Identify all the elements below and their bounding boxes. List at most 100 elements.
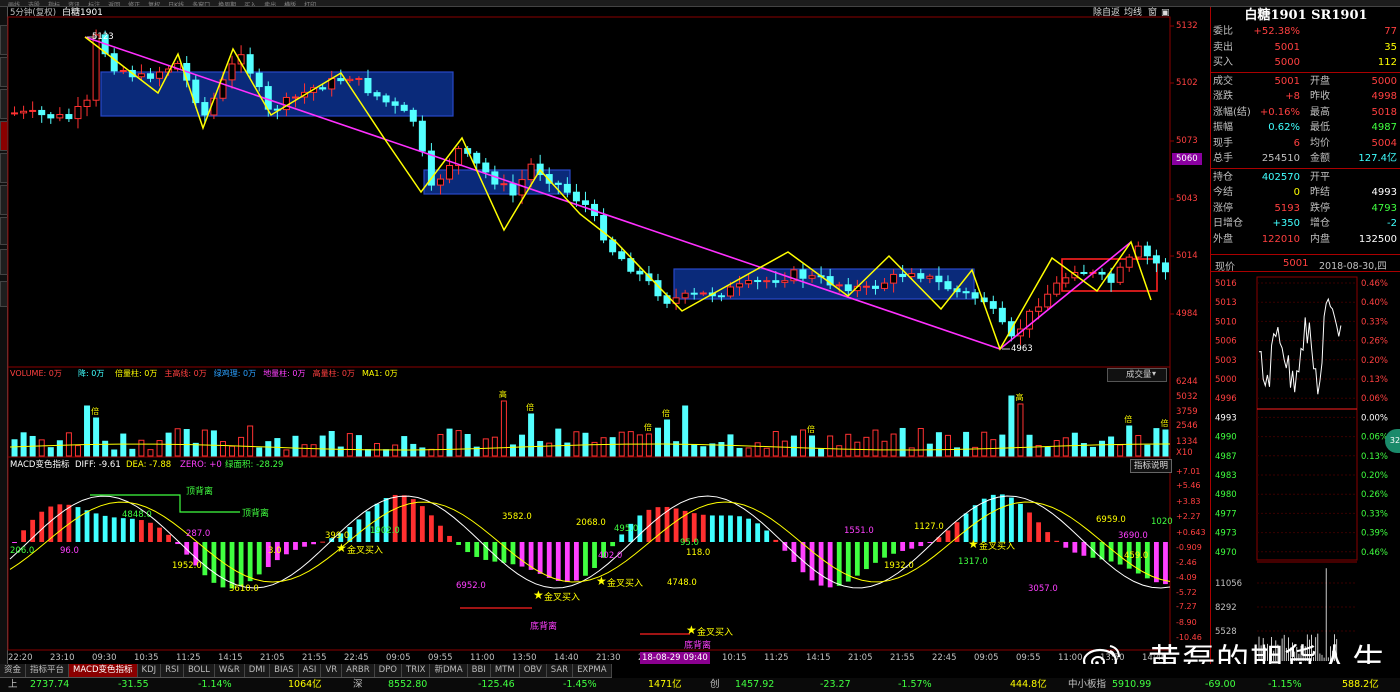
status-item: -125.46	[478, 679, 515, 690]
indicator-tab[interactable]: OBV	[519, 664, 547, 677]
bottom-area: 资金 指标平台 MACD变色指标 KDJ RSI BOLL W&R DMI BIAS ASI VR A…	[0, 664, 1400, 692]
indicator-tab[interactable]: W&R	[214, 664, 245, 677]
macd-histogram-bar	[709, 515, 715, 542]
time-axis-label: 09:05	[974, 653, 999, 663]
macd-value-label: 2068.0	[576, 518, 606, 528]
quote-r: 4993	[1371, 187, 1397, 198]
star-icon: ★	[336, 541, 347, 555]
quote-l: 委比	[1213, 26, 1233, 37]
quote-l: 日增仓	[1213, 218, 1243, 229]
mini-pct-label: 0.26%	[1361, 490, 1388, 500]
quote-r: 4987	[1371, 122, 1397, 133]
indicator-help-button[interactable]: 指标说明	[1130, 459, 1173, 473]
indicator-tab[interactable]: DPO	[374, 664, 403, 677]
macd-title: MACD变色指标	[10, 460, 70, 470]
indicator-tab[interactable]: MACD变色指标	[69, 664, 138, 677]
quote-l: 卖出	[1213, 41, 1233, 53]
indicator-tabs: 资金 指标平台 MACD变色指标 KDJ RSI BOLL W&R DMI BIAS ASI VR A…	[0, 664, 612, 678]
quote-row: 买入 5000 112	[1211, 55, 1400, 71]
volume-bar	[709, 443, 716, 457]
indicator-tab[interactable]: KDJ	[137, 664, 162, 677]
volume-bar	[609, 437, 616, 457]
macd-histogram-bar	[592, 542, 597, 568]
volume-bar	[156, 440, 163, 457]
candle-up	[291, 96, 299, 99]
candle-down	[482, 162, 490, 173]
volume-bar	[654, 427, 661, 457]
volume-bar	[256, 447, 263, 457]
indicator-tab[interactable]: 指标平台	[26, 664, 70, 677]
indicator-tab[interactable]: SAR	[546, 664, 574, 677]
volume-marker: 倍	[662, 409, 671, 418]
indicator-tab[interactable]: EXPMA	[573, 664, 612, 677]
macd-histogram-bar	[148, 522, 153, 542]
ex-rights-button[interactable]: 除自返	[1093, 7, 1120, 19]
quote-l: 振幅	[1213, 122, 1233, 133]
volume-legend-item: 降: 0万	[78, 369, 105, 378]
macd-dea: DEA: -7.88	[126, 460, 172, 470]
macd-histogram-bar	[900, 542, 906, 551]
indicator-tab[interactable]: 新DMA	[430, 664, 468, 677]
status-item: 1064亿	[288, 679, 322, 690]
time-axis-label: 09:30	[92, 653, 117, 663]
indicator-tab[interactable]: DMI	[244, 664, 271, 677]
macd-histogram-bar	[583, 542, 588, 576]
quote-r: 5000	[1371, 75, 1397, 87]
macd-scale-label: +3.83	[1176, 497, 1201, 506]
macd-value-label: 3057.0	[1028, 584, 1058, 594]
indicator-tab[interactable]: MTM	[490, 664, 520, 677]
candle-down	[636, 270, 644, 275]
macd-value-label: 1932.0	[884, 561, 914, 571]
indicator-tab[interactable]: VR	[321, 664, 343, 677]
candle-up	[20, 110, 28, 114]
mini-price-label: 4970	[1215, 548, 1237, 558]
volume-scale-label: 2546	[1176, 421, 1198, 431]
macd-scale-label: -5.72	[1176, 588, 1197, 597]
indicator-tab[interactable]: 资金	[0, 664, 27, 677]
volume-legend-item: MA1: 0万	[362, 369, 398, 378]
volume-bar	[908, 447, 915, 457]
indicator-tab[interactable]: ASI	[298, 664, 322, 677]
window-close-icon[interactable]: ▣	[1161, 7, 1170, 19]
volume-marker: 高	[1015, 393, 1024, 402]
window-button[interactable]: 窗	[1148, 7, 1157, 19]
macd-histogram-bar	[93, 513, 99, 542]
volume-bar	[446, 428, 453, 457]
macd-histogram-bar	[546, 542, 552, 578]
macd-histogram-bar	[619, 534, 625, 542]
indicator-tab[interactable]: BBI	[467, 664, 491, 677]
volume-bar	[283, 449, 290, 457]
volume-bar	[528, 413, 535, 457]
volume-bar	[84, 405, 91, 457]
quote-r: 112	[1377, 57, 1397, 68]
macd-scale-label: +7.01	[1176, 467, 1201, 476]
volume-bar	[509, 444, 516, 457]
macd-value-label: 3582.0	[502, 512, 532, 522]
price-scale-label: 5132	[1176, 21, 1198, 31]
volume-selector[interactable]: 成交量	[1107, 368, 1167, 382]
candle-down	[201, 102, 209, 116]
volume-bar	[1162, 429, 1169, 457]
indicator-tab[interactable]: RSI	[161, 664, 184, 677]
indicator-tab[interactable]: BIAS	[270, 664, 299, 677]
volume-bar	[111, 449, 118, 457]
volume-bar	[519, 434, 526, 457]
top-divergence-label: 顶背离	[242, 509, 270, 519]
candle-down	[409, 109, 417, 122]
candle-down	[944, 281, 952, 290]
volume-scale-label: 6244	[1176, 377, 1198, 387]
candle-down	[473, 152, 481, 164]
volume-bar	[47, 447, 54, 457]
quote-row: 外盘 122010 内盘 132500	[1211, 232, 1400, 248]
status-item: -31.55	[118, 679, 149, 690]
candle-down	[246, 54, 254, 74]
candle-up	[736, 283, 744, 288]
indicator-tab[interactable]: TRIX	[402, 664, 431, 677]
indicator-tab[interactable]: ARBR	[342, 664, 375, 677]
indicator-tab[interactable]: BOLL	[183, 664, 215, 677]
volume-bar	[1135, 435, 1142, 457]
quote-l2: 跌停	[1310, 202, 1330, 214]
average-button[interactable]: 均线	[1124, 7, 1142, 19]
quote-l2: 昨收	[1310, 91, 1330, 102]
status-item: -1.45%	[563, 679, 597, 690]
